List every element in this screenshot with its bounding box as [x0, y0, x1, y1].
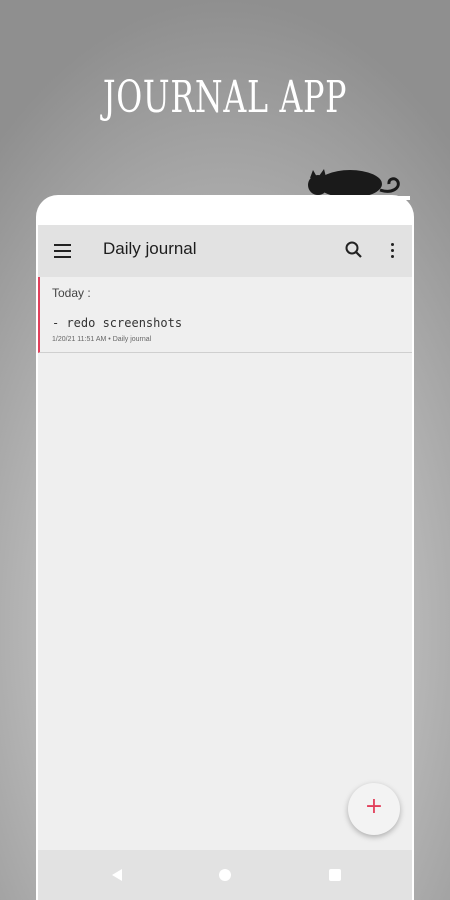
app-screen: Daily journal Today : - redo screenshots…: [38, 225, 412, 900]
hamburger-menu-icon[interactable]: [52, 241, 74, 261]
phone-frame: Daily journal Today : - redo screenshots…: [36, 195, 414, 900]
entry-text: - redo screenshots: [52, 316, 183, 330]
promo-title: JOURNAL APP: [102, 72, 348, 123]
app-toolbar: Daily journal: [38, 225, 412, 277]
search-icon[interactable]: [343, 239, 365, 261]
entry-meta: 1/20/21 11:51 AM • Daily journal: [52, 336, 152, 343]
add-entry-button[interactable]: +: [348, 783, 400, 835]
journal-entry[interactable]: - redo screenshots 1/20/21 11:51 AM • Da…: [40, 311, 412, 351]
nav-home-icon[interactable]: [218, 868, 232, 882]
section-label: Today :: [52, 286, 91, 300]
system-nav-bar: [38, 850, 412, 900]
page-title: Daily journal: [103, 239, 197, 258]
sleeping-cat-icon: [300, 169, 410, 200]
nav-recent-icon[interactable]: [328, 868, 342, 882]
today-section: Today : - redo screenshots 1/20/21 11:51…: [38, 277, 412, 353]
nav-back-icon[interactable]: [110, 868, 124, 882]
more-vert-icon[interactable]: [383, 239, 403, 261]
plus-icon: +: [364, 794, 384, 819]
